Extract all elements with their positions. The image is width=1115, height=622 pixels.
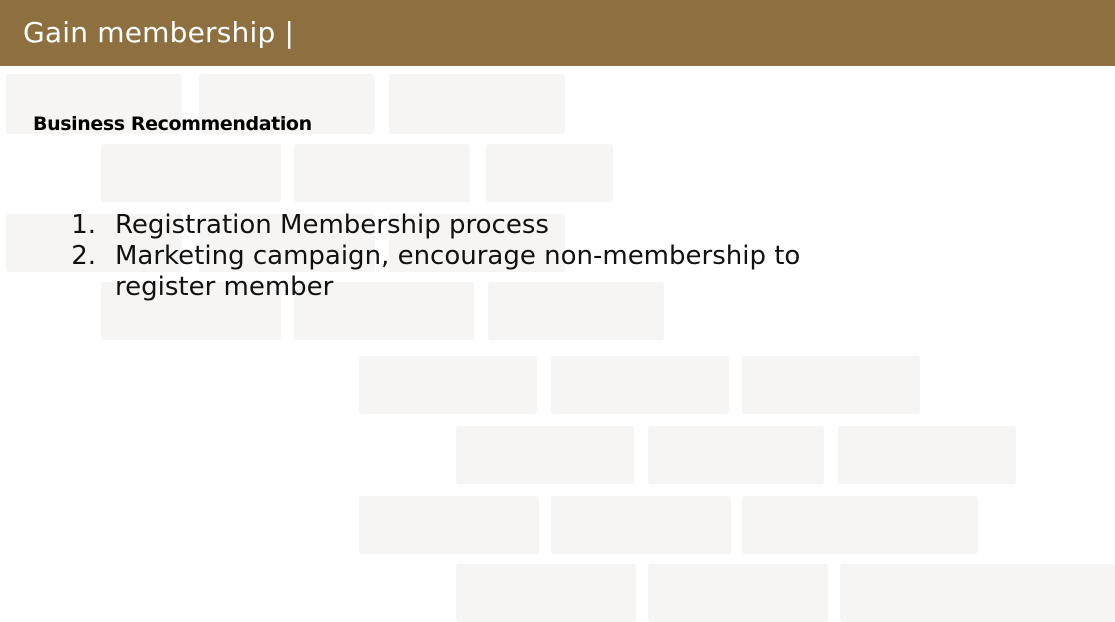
list-item: 2. Marketing campaign, encourage non-mem… xyxy=(60,241,815,303)
list-item-number: 2. xyxy=(71,241,96,271)
brick-wall-background xyxy=(0,66,1115,622)
page-title: Gain membership | xyxy=(23,16,295,49)
header-bar: Gain membership | xyxy=(0,0,1115,66)
list-item-number: 1. xyxy=(71,210,96,240)
section-heading: Business Recommendation xyxy=(33,113,312,135)
list-item: 1. Registration Membership process xyxy=(60,210,860,241)
recommendation-list: 1. Registration Membership process 2. Ma… xyxy=(60,210,860,303)
list-item-text: Registration Membership process xyxy=(115,210,549,240)
list-item-text: Marketing campaign, encourage non-member… xyxy=(115,241,801,302)
